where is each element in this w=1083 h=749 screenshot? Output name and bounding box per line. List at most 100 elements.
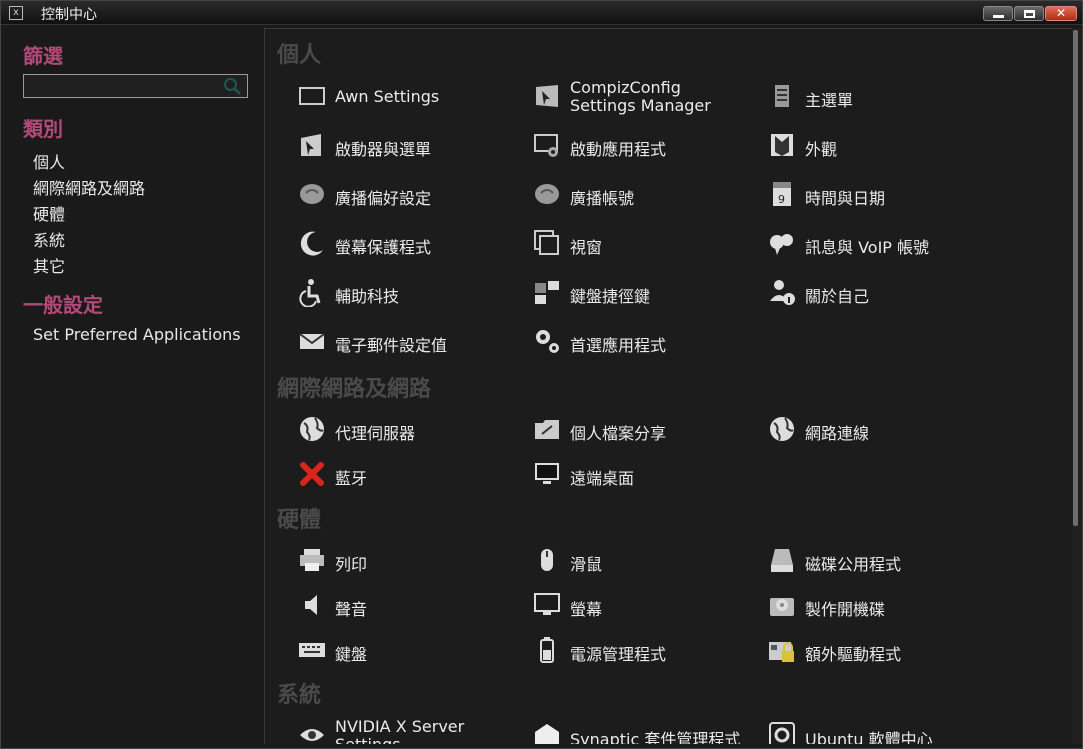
minimize-icon [993, 15, 1004, 18]
applet-label: 首選應用程式 [570, 336, 667, 355]
applet-shortcuts[interactable]: 鍵盤捷徑鍵 [532, 275, 762, 311]
accessibility-icon [299, 279, 321, 307]
control-center-window: x 控制中心 ✕ 篩選 類別 個人 網際網路及網路 硬體 系統 其它 一般設定 … [0, 0, 1083, 749]
startup-disk-icon [770, 598, 794, 616]
keyboard-icon [299, 643, 325, 657]
applet-label: 廣播偏好設定 [335, 189, 432, 208]
search-icon[interactable] [223, 77, 241, 95]
close-button[interactable]: ✕ [1045, 6, 1077, 21]
applet-chat[interactable]: 訊息與 VoIP 帳號 [767, 226, 997, 262]
applet-file-share[interactable]: 個人檔案分享 [532, 412, 762, 448]
applet-menu[interactable]: 主選單 [767, 79, 997, 115]
about-me-icon [770, 280, 795, 305]
applet-nvidia[interactable]: NVIDIA X Server Settings [297, 718, 527, 744]
applet-windows[interactable]: 視窗 [532, 226, 762, 262]
applet-keyboard[interactable]: 鍵盤 [297, 633, 527, 669]
network-globe-icon [770, 417, 794, 441]
applet-bluetooth-x[interactable]: 藍牙 [297, 457, 527, 493]
applet-synaptic[interactable]: Synaptic 套件管理程式 [532, 718, 762, 744]
appearance-icon [771, 134, 793, 156]
applet-label: 啟動應用程式 [570, 140, 667, 159]
applet-monitor[interactable]: 螢幕 [532, 588, 762, 624]
applet-label: 電子郵件設定值 [335, 336, 448, 355]
applet-label: 列印 [335, 555, 368, 574]
applet-moon[interactable]: 螢幕保護程式 [297, 226, 527, 262]
applet-network-globe[interactable]: 網路連線 [767, 412, 997, 448]
applet-panel: 個人 Awn Settings CompizConfig Settings Mana… [264, 28, 1072, 744]
maximize-icon [1024, 10, 1035, 18]
applet-label: 個人檔案分享 [570, 424, 667, 443]
speaker-icon [305, 595, 317, 615]
applet-calendar[interactable]: 9 時間與日期 [767, 177, 997, 213]
scrollbar-thumb[interactable] [1073, 30, 1078, 526]
applet-disk[interactable]: 磁碟公用程式 [767, 543, 997, 579]
applet-about-me[interactable]: 關於自己 [767, 275, 997, 311]
applet-broadcast-prefs[interactable]: 廣播偏好設定 [297, 177, 527, 213]
applet-label: 代理伺服器 [335, 424, 416, 443]
applet-awn[interactable]: Awn Settings [297, 79, 527, 115]
section-heading: 網際網路及網路 [277, 377, 432, 402]
category-system[interactable]: 系統 [33, 227, 65, 251]
applet-label: Awn Settings [335, 87, 440, 106]
software-center-icon [769, 722, 795, 744]
monitor-icon [534, 593, 560, 615]
applet-label: 額外驅動程式 [805, 645, 902, 664]
applet-battery[interactable]: 電源管理程式 [532, 633, 762, 669]
sidebar: 篩選 類別 個人 網際網路及網路 硬體 系統 其它 一般設定 Set Prefe… [1, 26, 263, 748]
applet-label: Synaptic 套件管理程式 [570, 730, 741, 744]
category-hardware[interactable]: 硬體 [33, 201, 65, 225]
applet-remote-desktop[interactable]: 遠端桌面 [532, 457, 762, 493]
remote-desktop-icon [535, 463, 559, 484]
file-share-icon [535, 420, 559, 439]
applet-broadcast-accounts[interactable]: 廣播帳號 [532, 177, 762, 213]
applet-label: 遠端桌面 [570, 469, 635, 488]
menu-icon [775, 85, 789, 107]
applet-drivers[interactable]: 額外驅動程式 [767, 633, 997, 669]
applet-label: 電源管理程式 [570, 645, 667, 664]
applet-label: 藍牙 [335, 469, 368, 488]
applet-launcher[interactable]: 啟動器與選單 [297, 128, 527, 164]
applet-label: 製作開機碟 [805, 600, 886, 619]
applet-mouse[interactable]: 滑鼠 [532, 543, 762, 579]
applet-label: 鍵盤捷徑鍵 [570, 287, 651, 306]
compiz-icon [536, 85, 558, 107]
applet-software-center[interactable]: Ubuntu 軟體中心 [767, 718, 997, 744]
synaptic-icon [535, 724, 559, 744]
window-title: 控制中心 [41, 7, 97, 23]
applet-printer[interactable]: 列印 [297, 543, 527, 579]
calendar-icon: 9 [773, 182, 791, 206]
category-other[interactable]: 其它 [33, 253, 65, 277]
applet-label: 關於自己 [805, 287, 870, 306]
drivers-icon [769, 642, 794, 662]
applet-label: 螢幕 [570, 600, 603, 619]
applet-startup-apps[interactable]: 啟動應用程式 [532, 128, 762, 164]
applet-label: 外觀 [805, 140, 838, 159]
applet-startup-disk[interactable]: 製作開機碟 [767, 588, 997, 624]
applet-mail[interactable]: 電子郵件設定值 [297, 324, 527, 360]
vertical-scrollbar[interactable] [1072, 28, 1082, 744]
mail-icon [299, 333, 325, 349]
applet-compiz[interactable]: CompizConfig Settings Manager [532, 79, 762, 115]
search-input[interactable] [23, 74, 248, 98]
applet-label: Ubuntu 軟體中心 [805, 730, 933, 744]
applet-accessibility[interactable]: 輔助科技 [297, 275, 527, 311]
applet-label: 視窗 [570, 238, 603, 257]
broadcast-prefs-icon [300, 184, 324, 204]
set-preferred-applications-link[interactable]: Set Preferred Applications [33, 325, 241, 344]
app-icon: x [9, 6, 23, 20]
applet-label: 主選單 [805, 91, 854, 110]
category-internet-network[interactable]: 網際網路及網路 [33, 175, 145, 199]
maximize-button[interactable] [1014, 6, 1044, 21]
awn-icon [299, 87, 325, 105]
minimize-button[interactable] [983, 6, 1013, 21]
applet-gears[interactable]: 首選應用程式 [532, 324, 762, 360]
applet-label: NVIDIA X Server Settings [335, 717, 465, 745]
proxy-globe-icon [300, 417, 324, 441]
applet-appearance[interactable]: 外觀 [767, 128, 997, 164]
applet-proxy-globe[interactable]: 代理伺服器 [297, 412, 527, 448]
category-personal[interactable]: 個人 [33, 149, 65, 173]
title-bar[interactable]: x 控制中心 ✕ [1, 1, 1082, 25]
applet-label: 螢幕保護程式 [335, 238, 432, 257]
filter-heading: 篩選 [23, 44, 63, 68]
applet-speaker[interactable]: 聲音 [297, 588, 527, 624]
